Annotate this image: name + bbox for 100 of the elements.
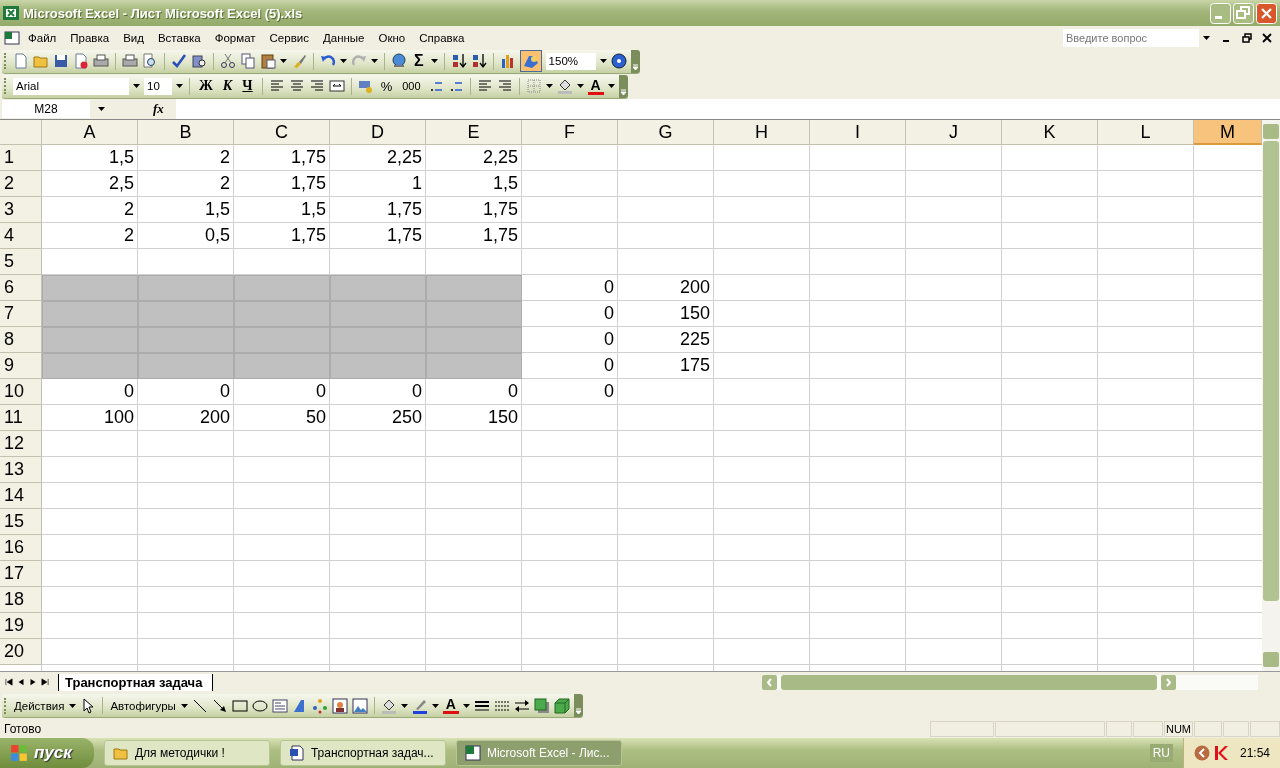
menu-item[interactable]: Сервис	[263, 29, 315, 46]
taskbar-button[interactable]: Для методички !	[103, 740, 270, 766]
menu-item[interactable]: Вид	[117, 29, 150, 46]
font-color-button[interactable]: A	[442, 697, 459, 714]
close-icon[interactable]	[1262, 32, 1272, 43]
insert-function-button[interactable]: fx	[153, 101, 164, 117]
format-painter-icon[interactable]	[291, 53, 307, 69]
column-header[interactable]: I	[810, 120, 906, 145]
row-header[interactable]: 2	[0, 171, 42, 197]
row-header[interactable]: 8	[0, 327, 42, 353]
percent-button[interactable]: %	[377, 78, 396, 94]
row-header[interactable]: 19	[0, 613, 42, 639]
menu-item[interactable]: Правка	[64, 29, 116, 46]
caret-icon[interactable]	[371, 59, 378, 63]
menu-item[interactable]: Окно	[372, 29, 412, 46]
rectangle-icon[interactable]	[231, 697, 248, 714]
menu-item[interactable]: Файл	[22, 29, 63, 46]
row-header[interactable]: 6	[0, 275, 42, 301]
font-size-dropdown[interactable]: 10	[144, 77, 172, 95]
sheet-icon[interactable]	[4, 29, 20, 46]
font-dropdown[interactable]: Arial	[13, 77, 129, 95]
sort-ascending-icon[interactable]	[450, 53, 467, 69]
row-header[interactable]: 13	[0, 457, 42, 483]
row-header[interactable]: 18	[0, 587, 42, 613]
column-header[interactable]: B	[138, 120, 234, 145]
font-color-button[interactable]: A	[587, 77, 604, 95]
column-header[interactable]: E	[426, 120, 522, 145]
decrease-indent-icon[interactable]	[476, 78, 493, 94]
permission-icon[interactable]	[73, 53, 89, 69]
save-icon[interactable]	[53, 53, 69, 69]
clip-art-icon[interactable]	[331, 697, 348, 714]
caret-icon[interactable]	[462, 703, 470, 708]
chart-icon[interactable]	[499, 53, 516, 69]
3d-icon[interactable]	[553, 697, 570, 714]
oval-icon[interactable]	[251, 697, 268, 714]
first-sheet-icon[interactable]	[4, 677, 14, 687]
zoom-dropdown[interactable]: 150%	[545, 52, 596, 70]
thousands-separator-button[interactable]: 000	[399, 80, 424, 92]
last-sheet-icon[interactable]	[40, 677, 50, 687]
help-icon[interactable]	[610, 53, 627, 69]
row-header[interactable]: 5	[0, 249, 42, 275]
row-header[interactable]: 16	[0, 535, 42, 561]
autoshapes-menu-button[interactable]: Автофигуры	[109, 699, 177, 712]
caret-icon[interactable]	[340, 59, 347, 63]
line-icon[interactable]	[191, 697, 208, 714]
caret-icon[interactable]	[400, 703, 408, 708]
row-header[interactable]: 14	[0, 483, 42, 509]
increase-indent-icon[interactable]	[496, 78, 513, 94]
cut-icon[interactable]	[220, 53, 236, 69]
next-sheet-icon[interactable]	[28, 677, 38, 687]
chevron-left-icon[interactable]	[1193, 745, 1210, 761]
row-header[interactable]: 9	[0, 353, 42, 379]
caret-icon[interactable]	[180, 703, 188, 708]
print-preview-icon[interactable]	[142, 53, 158, 69]
bold-button[interactable]: Ж	[196, 78, 216, 94]
column-header[interactable]: L	[1098, 120, 1194, 145]
row-header[interactable]: 10	[0, 379, 42, 405]
align-left-icon[interactable]	[268, 78, 285, 94]
row-header[interactable]: 17	[0, 561, 42, 587]
toolbar-options-button[interactable]	[573, 694, 583, 717]
diagram-icon[interactable]	[311, 697, 328, 714]
toolbar-options-button[interactable]	[618, 74, 628, 98]
caret-icon[interactable]	[576, 84, 584, 88]
menu-item[interactable]: Данные	[316, 29, 371, 46]
row-header[interactable]: 15	[0, 509, 42, 535]
horizontal-scrollbar[interactable]	[762, 674, 1258, 690]
caret-icon[interactable]	[430, 59, 438, 63]
dropdown-caret-icon[interactable]	[1203, 35, 1210, 40]
row-header[interactable]: 12	[0, 431, 42, 457]
row-header[interactable]: 3	[0, 197, 42, 223]
previous-sheet-icon[interactable]	[16, 677, 26, 687]
formula-field[interactable]	[175, 99, 1280, 119]
toolbar-options-button[interactable]	[630, 49, 640, 73]
name-box[interactable]: M28	[2, 100, 90, 118]
menu-item[interactable]: Формат	[208, 29, 262, 46]
paste-icon[interactable]	[260, 53, 276, 69]
row-header[interactable]: 7	[0, 301, 42, 327]
caret-icon[interactable]	[599, 59, 607, 63]
fill-color-icon[interactable]	[380, 697, 397, 714]
taskbar-button[interactable]: Транспортная задач...	[279, 740, 446, 766]
merge-center-icon[interactable]	[328, 78, 345, 94]
align-center-icon[interactable]	[288, 78, 305, 94]
picture-icon[interactable]	[351, 697, 368, 714]
column-header[interactable]: D	[330, 120, 426, 145]
restore-icon[interactable]	[1242, 32, 1252, 43]
column-header[interactable]: A	[42, 120, 138, 145]
row-header[interactable]: 4	[0, 223, 42, 249]
shadow-icon[interactable]	[533, 697, 550, 714]
menu-item[interactable]: Вставка	[151, 29, 207, 46]
caret-icon[interactable]	[69, 703, 77, 708]
copy-icon[interactable]	[240, 53, 256, 69]
underline-button[interactable]: Ч	[239, 78, 256, 94]
scroll-thumb[interactable]	[781, 674, 1157, 690]
menu-item[interactable]: Справка	[413, 29, 471, 46]
column-header[interactable]: C	[234, 120, 330, 145]
column-header[interactable]: K	[1002, 120, 1098, 145]
arrow-icon[interactable]	[211, 697, 228, 714]
row-header[interactable]: 11	[0, 405, 42, 431]
arrow-style-icon[interactable]	[513, 697, 530, 714]
caret-icon[interactable]	[280, 59, 287, 63]
